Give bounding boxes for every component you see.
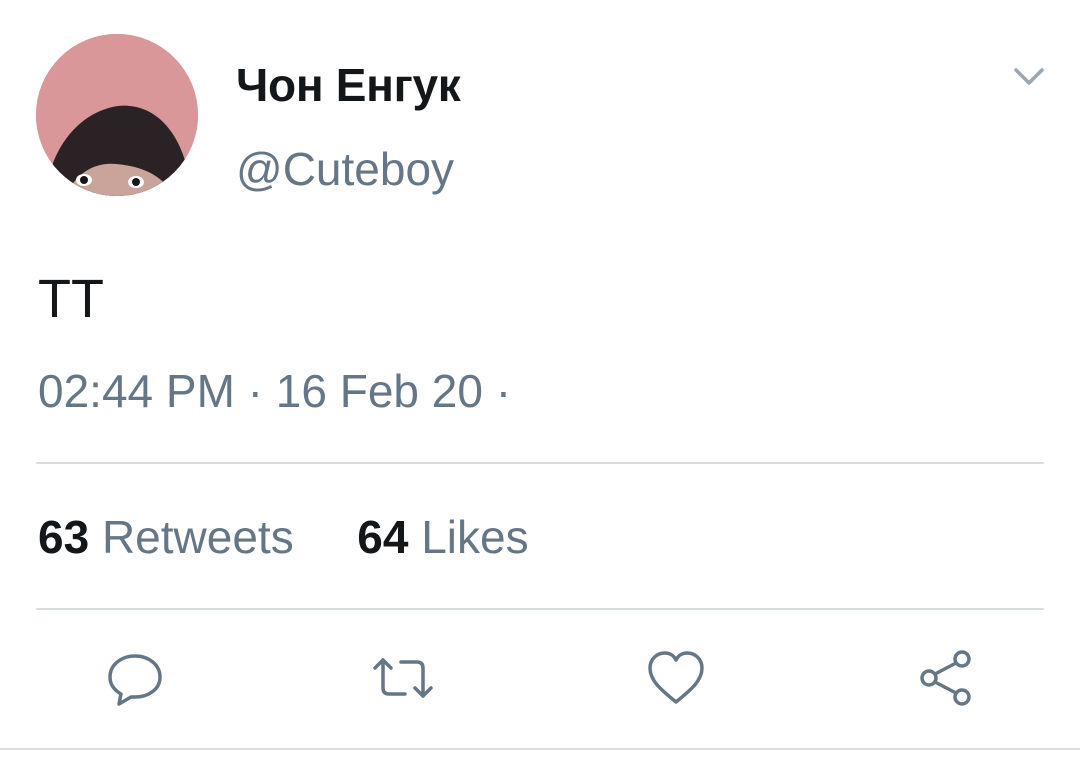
retweets-count: 63 bbox=[38, 511, 90, 563]
divider bbox=[0, 748, 1080, 750]
author-handle[interactable]: @Cuteboy bbox=[236, 142, 454, 196]
avatar[interactable] bbox=[36, 34, 198, 196]
divider bbox=[36, 462, 1044, 464]
retweet-icon[interactable] bbox=[373, 648, 433, 708]
likes-label: Likes bbox=[421, 511, 529, 563]
retweets-stat[interactable]: 63 Retweets bbox=[38, 511, 306, 563]
chevron-down-icon[interactable] bbox=[1008, 60, 1050, 96]
divider bbox=[36, 608, 1044, 610]
tweet-timestamp[interactable]: 02:44 PM · 16 Feb 20 · bbox=[38, 364, 511, 418]
retweets-label: Retweets bbox=[101, 511, 294, 563]
tweet-text: TT bbox=[38, 269, 104, 329]
tweet-stats: 63 Retweets 64 Likes bbox=[38, 510, 529, 564]
tweet-detail: Чон Енгук @Cuteboy TT 02:44 PM · 16 Feb … bbox=[0, 0, 1080, 770]
reply-icon[interactable] bbox=[105, 648, 165, 708]
like-icon[interactable] bbox=[646, 648, 706, 708]
share-icon[interactable] bbox=[916, 648, 976, 708]
likes-count: 64 bbox=[357, 511, 409, 563]
likes-stat[interactable]: 64 Likes bbox=[344, 511, 528, 563]
avatar-photo bbox=[36, 34, 198, 196]
author-display-name[interactable]: Чон Енгук bbox=[236, 58, 461, 112]
